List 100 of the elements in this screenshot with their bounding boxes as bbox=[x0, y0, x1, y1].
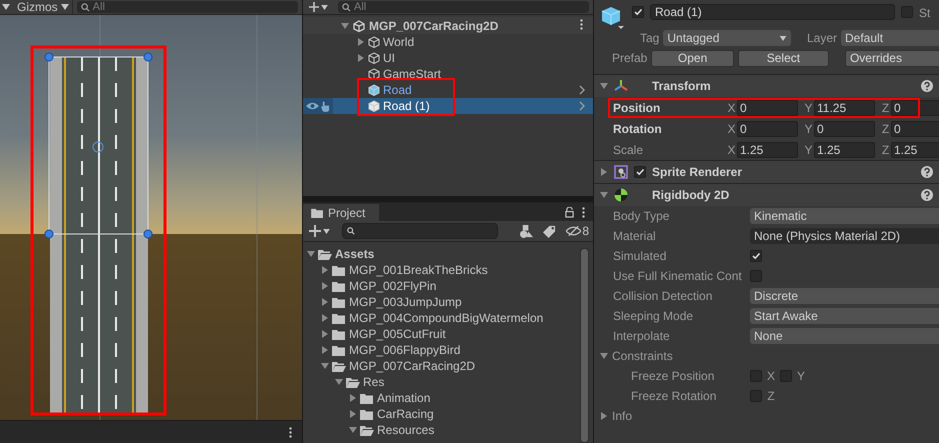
help-icon[interactable] bbox=[921, 80, 933, 92]
expand-arrow-icon[interactable] bbox=[321, 346, 329, 354]
number-field[interactable]: 1.25 bbox=[737, 142, 798, 158]
caret-icon[interactable] bbox=[321, 4, 328, 10]
active-checkbox[interactable] bbox=[632, 6, 644, 18]
project-tab[interactable]: Project bbox=[303, 204, 380, 221]
prefab-button[interactable]: Overrides bbox=[844, 50, 939, 66]
number-field[interactable]: 0 bbox=[891, 120, 939, 136]
prefab-button[interactable]: Open bbox=[651, 50, 734, 66]
expand-arrow-icon[interactable] bbox=[321, 330, 329, 338]
foldout-label[interactable]: Info bbox=[612, 409, 632, 423]
layer-dropdown[interactable]: Default bbox=[841, 30, 939, 46]
selection-rect-gizmo[interactable] bbox=[44, 52, 152, 238]
component-header[interactable]: Transform bbox=[594, 74, 939, 97]
expand-arrow-icon[interactable] bbox=[357, 38, 365, 46]
number-field[interactable]: 0 bbox=[737, 100, 798, 116]
expand-arrow-icon[interactable] bbox=[357, 54, 365, 62]
number-field[interactable]: 1.25 bbox=[891, 142, 939, 158]
caret-icon[interactable] bbox=[60, 4, 69, 10]
folder-name[interactable]: Resources bbox=[377, 423, 434, 437]
collapse-arrow-icon[interactable] bbox=[600, 82, 608, 90]
dropdown[interactable]: Start Awake bbox=[750, 308, 939, 324]
toggle-checkbox[interactable] bbox=[750, 250, 762, 262]
more-icon[interactable] bbox=[289, 426, 292, 438]
number-field[interactable]: 0 bbox=[891, 100, 939, 116]
search-icon[interactable] bbox=[347, 227, 355, 235]
cube-icon[interactable] bbox=[600, 6, 626, 30]
component-header[interactable]: Rigidbody 2D bbox=[594, 183, 939, 206]
help-icon[interactable] bbox=[921, 166, 933, 178]
constraint-checkbox[interactable] bbox=[750, 370, 762, 382]
number-field[interactable]: 0 bbox=[814, 120, 875, 136]
folder-name[interactable]: MGP_006FlappyBird bbox=[349, 343, 460, 357]
collapse-arrow-icon[interactable] bbox=[307, 250, 315, 258]
number-field[interactable]: 11.25 bbox=[814, 100, 875, 116]
expand-arrow-icon[interactable] bbox=[321, 282, 329, 290]
folder-name[interactable]: MGP_005CutFruit bbox=[349, 327, 446, 341]
hierarchy-item[interactable]: Road bbox=[303, 82, 593, 98]
help-icon[interactable] bbox=[921, 189, 933, 201]
toggle-checkbox[interactable] bbox=[750, 270, 762, 282]
static-checkbox[interactable] bbox=[901, 6, 913, 18]
more-icon[interactable] bbox=[582, 206, 585, 218]
tag-dropdown[interactable]: Untagged bbox=[663, 30, 791, 46]
folder-name[interactable]: MGP_003JumpJump bbox=[349, 295, 462, 309]
folder-name[interactable]: MGP_002FlyPin bbox=[349, 279, 436, 293]
expand-arrow-icon[interactable] bbox=[321, 266, 329, 274]
name-field[interactable]: Road (1) bbox=[650, 4, 895, 20]
eye-icon[interactable] bbox=[306, 102, 319, 110]
object-field[interactable]: None (Physics Material 2D) bbox=[750, 228, 939, 244]
collapse-arrow-icon[interactable] bbox=[335, 378, 343, 386]
expand-arrow-icon[interactable] bbox=[321, 298, 329, 306]
dropdown[interactable]: Kinematic bbox=[750, 208, 939, 224]
shapes-filter-icon[interactable] bbox=[520, 224, 534, 238]
caret-icon[interactable] bbox=[2, 4, 10, 10]
dropdown[interactable]: Discrete bbox=[750, 288, 939, 304]
caret-icon[interactable] bbox=[323, 228, 330, 234]
folder-name[interactable]: MGP_007CarRacing2D bbox=[349, 359, 476, 373]
lock-icon[interactable] bbox=[565, 206, 574, 218]
collapse-arrow-icon[interactable] bbox=[321, 362, 329, 370]
plus-icon[interactable] bbox=[309, 225, 321, 237]
folder-name[interactable]: Animation bbox=[377, 391, 430, 405]
expand-arrow-icon[interactable] bbox=[321, 314, 329, 322]
folder-name[interactable]: MGP_001BreakTheBricks bbox=[349, 263, 488, 277]
collapse-arrow-icon[interactable] bbox=[600, 352, 608, 360]
plus-icon[interactable] bbox=[309, 2, 319, 12]
folder-icon[interactable] bbox=[311, 208, 324, 218]
hand-icon[interactable] bbox=[321, 100, 330, 112]
component-header[interactable]: Sprite Renderer bbox=[594, 160, 939, 183]
expand-arrow-icon[interactable] bbox=[600, 412, 608, 420]
dropdown[interactable]: None bbox=[750, 328, 939, 344]
folder-name[interactable]: Res bbox=[363, 375, 384, 389]
hidden-eye-icon[interactable] bbox=[566, 226, 582, 236]
expand-arrow-icon[interactable] bbox=[349, 410, 357, 418]
scrollbar[interactable] bbox=[580, 248, 589, 443]
number-field[interactable]: 0 bbox=[737, 120, 798, 136]
number-field[interactable]: 1.25 bbox=[814, 142, 875, 158]
expand-arrow-icon[interactable] bbox=[349, 394, 357, 402]
hierarchy-item[interactable]: World bbox=[303, 34, 593, 50]
constraint-checkbox[interactable] bbox=[780, 370, 792, 382]
foldout-label[interactable]: Constraints bbox=[612, 349, 673, 363]
collapse-arrow-icon[interactable] bbox=[341, 22, 349, 30]
collapse-arrow-icon[interactable] bbox=[600, 191, 608, 199]
gizmos-dropdown[interactable]: Gizmos bbox=[14, 0, 73, 14]
hierarchy-item[interactable]: UI bbox=[303, 50, 593, 66]
folder-name[interactable]: MGP_004CompoundBigWatermelon bbox=[349, 311, 544, 325]
collapse-arrow-icon[interactable] bbox=[349, 426, 357, 434]
prefab-button[interactable]: Select bbox=[738, 50, 829, 66]
more-icon[interactable] bbox=[580, 18, 583, 30]
folder-name[interactable]: Assets bbox=[335, 247, 374, 261]
search-icon[interactable] bbox=[342, 2, 351, 12]
enable-checkbox[interactable] bbox=[634, 166, 646, 178]
search-field[interactable] bbox=[342, 223, 498, 239]
hierarchy-item[interactable]: GameStart bbox=[303, 66, 593, 82]
folder-name[interactable]: CarRacing bbox=[377, 407, 434, 421]
hidden-packages-toggle[interactable]: 8 bbox=[566, 224, 589, 238]
hierarchy-item[interactable]: Road (1) bbox=[303, 98, 593, 114]
tag-icon[interactable] bbox=[543, 224, 556, 238]
constraint-checkbox[interactable] bbox=[750, 390, 762, 402]
search-icon[interactable] bbox=[80, 2, 90, 12]
expand-arrow-icon[interactable] bbox=[600, 168, 608, 176]
caret-icon[interactable] bbox=[778, 36, 787, 40]
